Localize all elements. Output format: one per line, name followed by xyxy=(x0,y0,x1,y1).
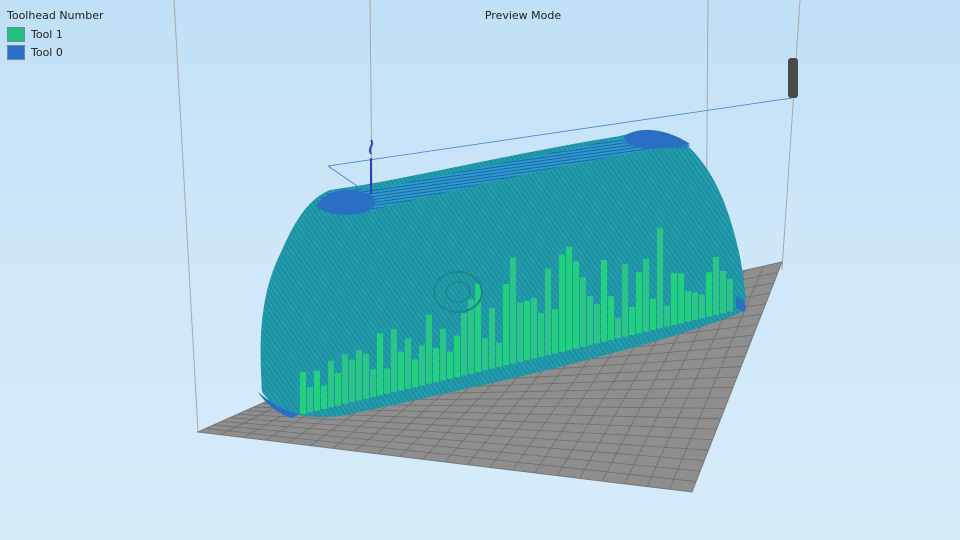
support-pillar xyxy=(671,273,677,325)
support-pillar xyxy=(601,260,607,342)
support-pillar xyxy=(300,371,306,414)
legend-item-label: Tool 1 xyxy=(31,27,63,41)
support-pillar xyxy=(678,273,684,324)
support-pillar xyxy=(699,294,705,319)
support-pillar xyxy=(580,276,586,347)
support-pillar xyxy=(510,257,516,364)
support-pillar xyxy=(398,351,404,391)
toolhead-legend: Toolhead Number Tool 1 Tool 0 xyxy=(7,9,104,61)
support-pillar xyxy=(629,306,635,336)
legend-item-tool-0: Tool 0 xyxy=(7,43,104,61)
support-pillar xyxy=(524,300,530,361)
support-pillar xyxy=(573,261,579,349)
support-pillar xyxy=(321,385,327,409)
support-pillar xyxy=(461,312,467,376)
support-pillar xyxy=(489,308,495,369)
support-pillar xyxy=(433,348,439,383)
support-pillar xyxy=(496,342,502,367)
legend-title: Toolhead Number xyxy=(7,9,104,22)
support-pillar xyxy=(657,227,663,329)
support-pillar xyxy=(720,270,726,314)
support-pillar xyxy=(608,296,614,341)
tool-0-swatch xyxy=(7,44,25,60)
support-pillar xyxy=(559,254,565,352)
support-pillar xyxy=(685,291,691,322)
support-pillar xyxy=(475,283,481,372)
support-pillar xyxy=(692,292,698,320)
support-pillar xyxy=(587,295,593,346)
support-pillar xyxy=(307,387,313,413)
support-pillar xyxy=(706,272,712,317)
print-preview-scene[interactable] xyxy=(0,0,960,540)
support-pillar xyxy=(650,298,656,330)
support-pillar xyxy=(545,268,551,356)
tool-1-swatch xyxy=(7,26,25,42)
support-pillar xyxy=(342,354,348,404)
legend-item-label: Tool 0 xyxy=(31,45,63,59)
support-pillar xyxy=(349,359,355,403)
support-pillar xyxy=(356,350,362,401)
support-pillar xyxy=(335,372,341,406)
support-pillar xyxy=(566,246,572,351)
3d-preview-viewport[interactable]: Preview Mode Toolhead Number Tool 1 Tool… xyxy=(0,0,960,540)
support-pillar xyxy=(643,258,649,332)
support-pillar xyxy=(538,313,544,357)
legend-item-tool-1: Tool 1 xyxy=(7,25,104,43)
support-pillar xyxy=(664,305,670,327)
support-pillar xyxy=(727,278,733,312)
support-pillar xyxy=(622,264,628,337)
support-pillar xyxy=(482,338,488,371)
support-pillar xyxy=(615,317,621,339)
support-pillar xyxy=(447,351,453,379)
support-pillar xyxy=(370,369,376,398)
support-pillar xyxy=(405,338,411,389)
support-pillar xyxy=(531,297,537,359)
support-pillar xyxy=(426,314,432,384)
support-pillar xyxy=(377,333,383,396)
support-pillar xyxy=(440,328,446,381)
support-pillar xyxy=(391,329,397,393)
support-pillar xyxy=(713,256,719,315)
support-pillar xyxy=(363,353,369,399)
support-pillar xyxy=(517,302,523,362)
support-pillar xyxy=(503,283,509,366)
support-pillar xyxy=(594,304,600,344)
extruder-head-icon xyxy=(788,58,798,98)
support-pillar xyxy=(412,359,418,388)
support-pillar xyxy=(552,309,558,354)
support-pillar xyxy=(384,368,390,394)
support-pillar xyxy=(419,345,425,386)
support-pillar xyxy=(328,360,334,408)
support-pillar xyxy=(454,335,460,378)
support-pillar xyxy=(314,370,320,411)
support-pillar xyxy=(636,272,642,334)
